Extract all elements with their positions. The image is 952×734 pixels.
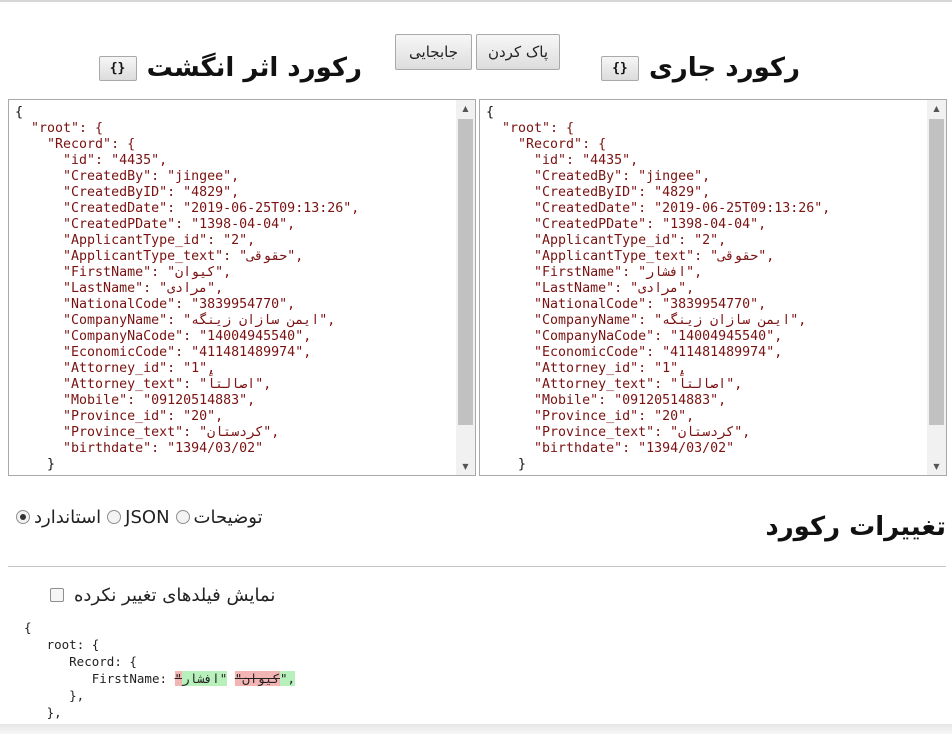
json-field-line: "Mobile": "09120514883",	[15, 393, 256, 408]
json-field-line: "EconomicCode": "411481489974",	[486, 345, 783, 360]
json-field-line: "id": "4435",	[486, 153, 639, 168]
json-field-line: "Province_id": "20",	[486, 409, 695, 424]
current-record-header: رکورد جاری {}	[600, 48, 800, 88]
json-field-line: "birthdate": "1394/03/02"	[486, 441, 735, 456]
show-unchanged-checkbox[interactable]	[50, 588, 64, 602]
json-field-line: "ApplicantType_text": "حقوقی",	[486, 249, 775, 264]
json-open-brace: {	[486, 105, 495, 120]
diff-field-key: FirstName	[91, 671, 160, 686]
fingerprint-record-json: { "root": { "Record": { "id": "4435", "C…	[15, 105, 360, 472]
json-close-brace: }	[15, 457, 56, 472]
scroll-up-arrow-icon[interactable]: ▲	[927, 100, 946, 117]
json-field-line: "FirstName": "افشار",	[486, 265, 703, 280]
show-unchanged-label: نمایش فیلدهای تغییر نکرده	[74, 584, 276, 606]
format-label-description: توضیحات	[193, 506, 263, 528]
json-field-line: "Province_text": "کردستان",	[486, 425, 751, 440]
record-changes-title: تغییرات رکورد	[765, 512, 946, 542]
json-field-line: "EconomicCode": "411481489974",	[15, 345, 312, 360]
current-record-title: رکورد جاری	[648, 53, 800, 83]
format-label-json: JSON	[125, 506, 170, 528]
bottom-edge	[0, 724, 952, 734]
scroll-down-arrow-icon[interactable]: ▼	[927, 458, 946, 475]
current-record-format-button[interactable]: {}	[600, 55, 639, 81]
json-field-line: "LastName": "مرادی",	[486, 281, 695, 296]
json-field-line: "CompanyName": "ایمن سازان زینگه",	[486, 313, 807, 328]
json-field-line: "CompanyName": "ایمن سازان زینگه",	[15, 313, 336, 328]
json-field-line: "ApplicantType_id": "2",	[486, 233, 727, 248]
json-field-line: "NationalCode": "3839954770",	[15, 297, 296, 312]
diff-output: { root: { Record: { FirstName: " کیوان" "…	[24, 620, 295, 720]
json-field-line: "CompanyNaCode": "14004945540",	[486, 329, 783, 344]
scroll-up-arrow-icon[interactable]: ▲	[456, 100, 475, 117]
diff-old-value: کیوان	[242, 671, 280, 686]
json-open-brace: {	[15, 105, 24, 120]
json-field-line: "Province_text": "کردستان",	[15, 425, 280, 440]
diff-root-key: root	[46, 637, 77, 652]
fingerprint-record-format-button[interactable]: {}	[98, 55, 137, 81]
swap-button[interactable]: جابجایی	[395, 34, 472, 70]
scroll-thumb[interactable]	[929, 119, 944, 425]
format-label-standard: استاندارد	[34, 506, 102, 528]
json-field-line: "CreatedBy": "jingee",	[15, 169, 240, 184]
json-field-line: "Attorney_text": "اصالتاً",	[15, 377, 272, 392]
format-radio-description[interactable]	[175, 510, 190, 524]
scroll-down-arrow-icon[interactable]: ▼	[456, 458, 475, 475]
current-record-editor[interactable]: { "root": { "Record": { "id": "4435", "C…	[479, 99, 947, 476]
fingerprint-record-header: رکورد اثر انگشت {}	[98, 48, 362, 88]
json-field-line: "CompanyNaCode": "14004945540",	[15, 329, 312, 344]
json-field-line: "ApplicantType_text": "حقوقی",	[15, 249, 304, 264]
current-record-json: { "root": { "Record": { "id": "4435", "C…	[486, 105, 831, 472]
json-field-line: "CreatedDate": "2019-06-25T09:13:26",	[486, 201, 831, 216]
json-field-line: "LastName": "مرادی",	[15, 281, 224, 296]
diff-new-value: افشار	[182, 671, 220, 686]
json-field-line: "FirstName": "کیوان",	[15, 265, 232, 280]
current-record-scrollbar[interactable]: ▲ ▼	[927, 100, 946, 475]
fingerprint-record-scrollbar[interactable]: ▲ ▼	[456, 100, 475, 475]
json-field-line: "Province_id": "20",	[15, 409, 224, 424]
json-field-line: "NationalCode": "3839954770",	[486, 297, 767, 312]
json-field-line: "Mobile": "09120514883",	[486, 393, 727, 408]
json-field-line: "Attorney_id": "1",	[486, 361, 687, 376]
top-divider	[0, 0, 952, 2]
json-close-brace: }	[486, 457, 527, 472]
clear-button[interactable]: پاک کردن	[476, 34, 560, 70]
fingerprint-record-title: رکورد اثر انگشت	[146, 53, 362, 83]
fingerprint-record-editor[interactable]: { "root": { "Record": { "id": "4435", "C…	[8, 99, 476, 476]
json-field-line: "ApplicantType_id": "2",	[15, 233, 256, 248]
json-field-line: "Attorney_text": "اصالتاً",	[486, 377, 743, 392]
json-field-line: "Attorney_id": "1",	[15, 361, 216, 376]
json-field-line: "CreatedPDate": "1398-04-04",	[15, 217, 296, 232]
json-field-line: "CreatedBy": "jingee",	[486, 169, 711, 184]
section-divider	[8, 566, 946, 567]
json-field-line: "CreatedByID": "4829",	[486, 185, 711, 200]
show-unchanged-option[interactable]: نمایش فیلدهای تغییر نکرده	[50, 584, 275, 606]
json-field-line: "CreatedPDate": "1398-04-04",	[486, 217, 767, 232]
format-radio-json[interactable]	[107, 510, 122, 524]
diff-record-key: Record	[69, 654, 115, 669]
json-field-line: "id": "4435",	[15, 153, 168, 168]
format-radio-standard[interactable]	[16, 510, 30, 524]
diff-format-options: استاندارد JSON توضیحات	[12, 505, 265, 529]
json-field-line: "CreatedDate": "2019-06-25T09:13:26",	[15, 201, 360, 216]
scroll-thumb[interactable]	[458, 119, 473, 425]
json-field-line: "birthdate": "1394/03/02"	[15, 441, 264, 456]
json-field-line: "CreatedByID": "4829",	[15, 185, 240, 200]
